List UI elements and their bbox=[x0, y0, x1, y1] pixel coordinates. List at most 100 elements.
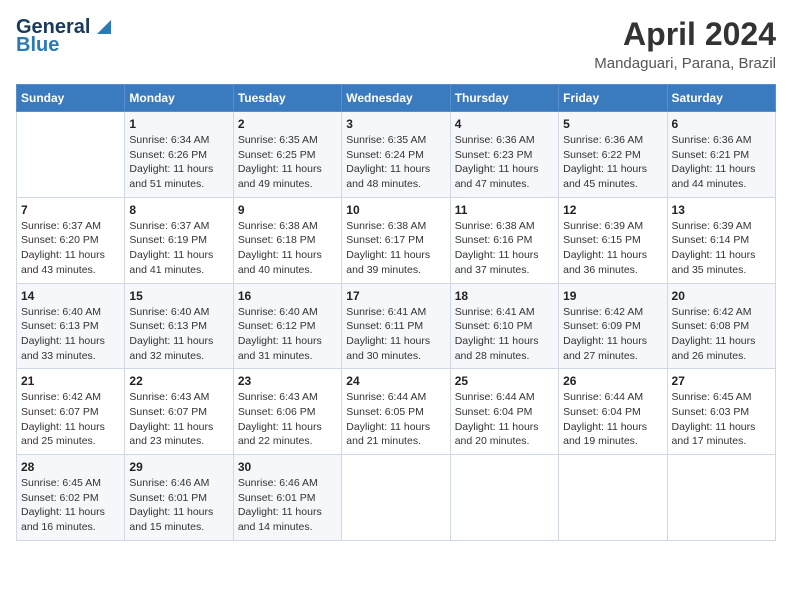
day-number: 9 bbox=[238, 203, 337, 217]
day-info: Sunrise: 6:40 AM Sunset: 6:13 PM Dayligh… bbox=[129, 305, 228, 364]
calendar-cell: 30 Sunrise: 6:46 AM Sunset: 6:01 PM Dayli… bbox=[233, 455, 341, 541]
calendar-cell: 15Sunrise: 6:40 AM Sunset: 6:13 PM Dayli… bbox=[125, 283, 233, 369]
day-of-week-header: Saturday bbox=[667, 85, 775, 112]
day-info: Sunrise: 6:34 AM Sunset: 6:26 PM Dayligh… bbox=[129, 133, 228, 192]
day-info: Sunrise: 6:42 AM Sunset: 6:09 PM Dayligh… bbox=[563, 305, 662, 364]
calendar-cell: 20 Sunrise: 6:42 AM Sunset: 6:08 PM Dayli… bbox=[667, 283, 775, 369]
day-number: 5 bbox=[563, 117, 662, 131]
calendar-cell: 13 Sunrise: 6:39 AM Sunset: 6:14 PM Dayli… bbox=[667, 197, 775, 283]
logo-icon bbox=[93, 16, 111, 34]
day-info: Sunrise: 6:45 AM Sunset: 6:03 PM Dayligh… bbox=[672, 390, 771, 449]
calendar-cell: 12Sunrise: 6:39 AM Sunset: 6:15 PM Dayli… bbox=[559, 197, 667, 283]
calendar-cell bbox=[17, 112, 125, 198]
day-info: Sunrise: 6:36 AM Sunset: 6:22 PM Dayligh… bbox=[563, 133, 662, 192]
day-number: 17 bbox=[346, 289, 445, 303]
calendar-week-row: 28Sunrise: 6:45 AM Sunset: 6:02 PM Dayli… bbox=[17, 455, 776, 541]
day-info: Sunrise: 6:38 AM Sunset: 6:16 PM Dayligh… bbox=[455, 219, 554, 278]
day-number: 30 bbox=[238, 460, 337, 474]
calendar-cell: 29 Sunrise: 6:46 AM Sunset: 6:01 PM Dayli… bbox=[125, 455, 233, 541]
day-number: 26 bbox=[563, 374, 662, 388]
day-info: Sunrise: 6:46 AM Sunset: 6:01 PM Dayligh… bbox=[129, 476, 228, 535]
day-number: 20 bbox=[672, 289, 771, 303]
day-info: Sunrise: 6:42 AM Sunset: 6:08 PM Dayligh… bbox=[672, 305, 771, 364]
calendar-week-row: 14 Sunrise: 6:40 AM Sunset: 6:13 PM Dayli… bbox=[17, 283, 776, 369]
calendar-cell: 16 Sunrise: 6:40 AM Sunset: 6:12 PM Dayli… bbox=[233, 283, 341, 369]
day-info: Sunrise: 6:43 AM Sunset: 6:06 PM Dayligh… bbox=[238, 390, 337, 449]
day-number: 25 bbox=[455, 374, 554, 388]
day-number: 24 bbox=[346, 374, 445, 388]
day-info: Sunrise: 6:39 AM Sunset: 6:15 PM Dayligh… bbox=[563, 219, 662, 278]
day-info: Sunrise: 6:39 AM Sunset: 6:14 PM Dayligh… bbox=[672, 219, 771, 278]
calendar-cell: 7Sunrise: 6:37 AM Sunset: 6:20 PM Daylig… bbox=[17, 197, 125, 283]
day-info: Sunrise: 6:41 AM Sunset: 6:11 PM Dayligh… bbox=[346, 305, 445, 364]
day-info: Sunrise: 6:37 AM Sunset: 6:19 PM Dayligh… bbox=[129, 219, 228, 278]
day-info: Sunrise: 6:42 AM Sunset: 6:07 PM Dayligh… bbox=[21, 390, 120, 449]
calendar-week-row: 1 Sunrise: 6:34 AM Sunset: 6:26 PM Daylig… bbox=[17, 112, 776, 198]
calendar-cell: 23 Sunrise: 6:43 AM Sunset: 6:06 PM Dayli… bbox=[233, 369, 341, 455]
day-info: Sunrise: 6:43 AM Sunset: 6:07 PM Dayligh… bbox=[129, 390, 228, 449]
calendar-cell: 28Sunrise: 6:45 AM Sunset: 6:02 PM Dayli… bbox=[17, 455, 125, 541]
page-header: General Blue April 2024 Mandaguari, Para… bbox=[16, 16, 776, 72]
day-info: Sunrise: 6:36 AM Sunset: 6:21 PM Dayligh… bbox=[672, 133, 771, 192]
calendar-cell: 5 Sunrise: 6:36 AM Sunset: 6:22 PM Daylig… bbox=[559, 112, 667, 198]
day-number: 2 bbox=[238, 117, 337, 131]
calendar-cell: 3 Sunrise: 6:35 AM Sunset: 6:24 PM Daylig… bbox=[342, 112, 450, 198]
day-of-week-header: Friday bbox=[559, 85, 667, 112]
day-info: Sunrise: 6:35 AM Sunset: 6:25 PM Dayligh… bbox=[238, 133, 337, 192]
day-number: 23 bbox=[238, 374, 337, 388]
day-of-week-header: Monday bbox=[125, 85, 233, 112]
calendar-cell: 6 Sunrise: 6:36 AM Sunset: 6:21 PM Daylig… bbox=[667, 112, 775, 198]
calendar-cell: 11Sunrise: 6:38 AM Sunset: 6:16 PM Dayli… bbox=[450, 197, 558, 283]
day-info: Sunrise: 6:41 AM Sunset: 6:10 PM Dayligh… bbox=[455, 305, 554, 364]
calendar-cell: 26 Sunrise: 6:44 AM Sunset: 6:04 PM Dayli… bbox=[559, 369, 667, 455]
day-info: Sunrise: 6:44 AM Sunset: 6:04 PM Dayligh… bbox=[563, 390, 662, 449]
day-of-week-header: Wednesday bbox=[342, 85, 450, 112]
calendar-cell: 19 Sunrise: 6:42 AM Sunset: 6:09 PM Dayli… bbox=[559, 283, 667, 369]
calendar-cell bbox=[342, 455, 450, 541]
day-number: 22 bbox=[129, 374, 228, 388]
day-number: 1 bbox=[129, 117, 228, 131]
calendar-week-row: 7Sunrise: 6:37 AM Sunset: 6:20 PM Daylig… bbox=[17, 197, 776, 283]
day-number: 19 bbox=[563, 289, 662, 303]
calendar-cell: 27 Sunrise: 6:45 AM Sunset: 6:03 PM Dayli… bbox=[667, 369, 775, 455]
location: Mandaguari, Parana, Brazil bbox=[594, 55, 776, 72]
day-info: Sunrise: 6:36 AM Sunset: 6:23 PM Dayligh… bbox=[455, 133, 554, 192]
day-number: 16 bbox=[238, 289, 337, 303]
day-info: Sunrise: 6:35 AM Sunset: 6:24 PM Dayligh… bbox=[346, 133, 445, 192]
calendar-cell: 17 Sunrise: 6:41 AM Sunset: 6:11 PM Dayli… bbox=[342, 283, 450, 369]
day-number: 3 bbox=[346, 117, 445, 131]
day-number: 13 bbox=[672, 203, 771, 217]
day-number: 29 bbox=[129, 460, 228, 474]
day-info: Sunrise: 6:38 AM Sunset: 6:18 PM Dayligh… bbox=[238, 219, 337, 278]
calendar-cell: 1 Sunrise: 6:34 AM Sunset: 6:26 PM Daylig… bbox=[125, 112, 233, 198]
day-info: Sunrise: 6:37 AM Sunset: 6:20 PM Dayligh… bbox=[21, 219, 120, 278]
logo-blue: Blue bbox=[16, 34, 111, 56]
calendar-cell: 10Sunrise: 6:38 AM Sunset: 6:17 PM Dayli… bbox=[342, 197, 450, 283]
day-number: 14 bbox=[21, 289, 120, 303]
day-number: 8 bbox=[129, 203, 228, 217]
day-info: Sunrise: 6:38 AM Sunset: 6:17 PM Dayligh… bbox=[346, 219, 445, 278]
day-number: 27 bbox=[672, 374, 771, 388]
day-number: 21 bbox=[21, 374, 120, 388]
calendar-cell bbox=[450, 455, 558, 541]
day-of-week-header: Sunday bbox=[17, 85, 125, 112]
calendar-cell: 4 Sunrise: 6:36 AM Sunset: 6:23 PM Daylig… bbox=[450, 112, 558, 198]
calendar-cell: 21 Sunrise: 6:42 AM Sunset: 6:07 PM Dayli… bbox=[17, 369, 125, 455]
day-number: 28 bbox=[21, 460, 120, 474]
calendar-cell: 2 Sunrise: 6:35 AM Sunset: 6:25 PM Daylig… bbox=[233, 112, 341, 198]
day-number: 6 bbox=[672, 117, 771, 131]
day-number: 4 bbox=[455, 117, 554, 131]
day-number: 18 bbox=[455, 289, 554, 303]
day-info: Sunrise: 6:40 AM Sunset: 6:12 PM Dayligh… bbox=[238, 305, 337, 364]
day-of-week-header: Tuesday bbox=[233, 85, 341, 112]
logo: General Blue bbox=[16, 16, 111, 56]
calendar-cell bbox=[667, 455, 775, 541]
month-title: April 2024 bbox=[594, 16, 776, 53]
calendar-table: SundayMondayTuesdayWednesdayThursdayFrid… bbox=[16, 84, 776, 541]
day-info: Sunrise: 6:46 AM Sunset: 6:01 PM Dayligh… bbox=[238, 476, 337, 535]
calendar-cell: 22 Sunrise: 6:43 AM Sunset: 6:07 PM Dayli… bbox=[125, 369, 233, 455]
title-block: April 2024 Mandaguari, Parana, Brazil bbox=[594, 16, 776, 72]
calendar-cell: 24Sunrise: 6:44 AM Sunset: 6:05 PM Dayli… bbox=[342, 369, 450, 455]
calendar-cell: 14Sunrise: 6:40 AM Sunset: 6:13 PM Dayli… bbox=[17, 283, 125, 369]
calendar-cell: 8 Sunrise: 6:37 AM Sunset: 6:19 PM Daylig… bbox=[125, 197, 233, 283]
